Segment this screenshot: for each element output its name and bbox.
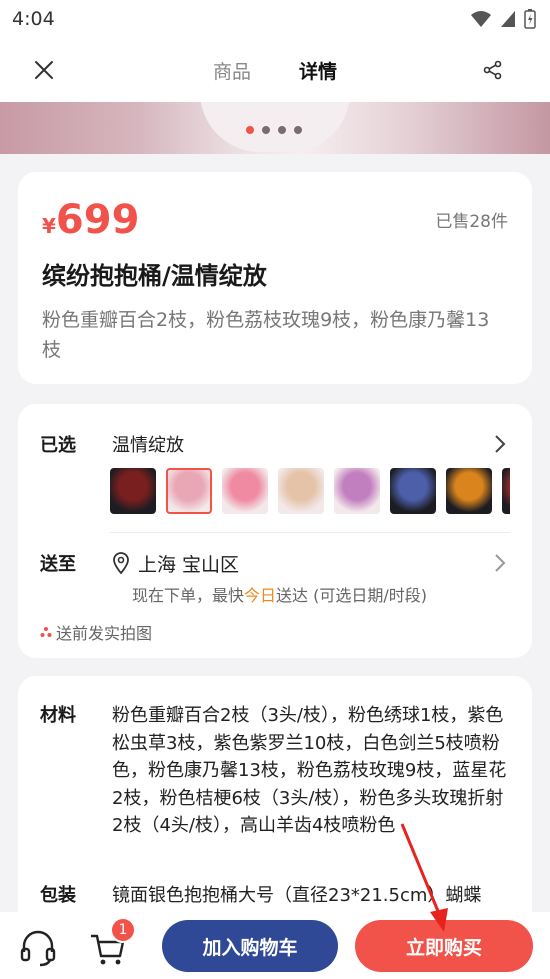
chevron-right-icon	[495, 554, 506, 572]
close-icon	[35, 61, 53, 79]
carousel-dot	[278, 126, 286, 134]
selected-variant: 温情绽放	[112, 435, 184, 456]
variant-thumbnail[interactable]	[166, 468, 212, 514]
delivery-note: 现在下单，最快今日送达 (可选日期/时段)	[132, 582, 427, 606]
carousel-dots	[246, 126, 302, 134]
share-icon	[483, 60, 502, 80]
material-label: 材料	[40, 705, 76, 726]
material-row: 材料 粉色重瓣百合2枝（3头/枝），粉色绣球1枝，紫色松虫草3枝，紫色紫罗兰10…	[40, 702, 514, 840]
cart-badge: 1	[110, 917, 136, 943]
top-nav-bar: 商品 详情	[0, 38, 550, 102]
shipping-address: 上海 宝山区	[138, 553, 240, 576]
shipping-row[interactable]: 送至 上海 宝山区	[40, 548, 510, 578]
carousel-dot	[246, 126, 254, 134]
headset-icon	[20, 930, 56, 967]
carousel-dot	[262, 126, 270, 134]
product-subtitle: 粉色重瓣百合2枝，粉色荔枝玫瑰9枝，粉色康乃馨13枝	[42, 309, 490, 361]
product-image-carousel[interactable]	[0, 102, 550, 154]
price: ¥699	[42, 196, 139, 244]
delivery-today: 今日	[244, 586, 277, 605]
package-label: 包装	[40, 885, 76, 906]
price-value: 699	[55, 197, 140, 243]
shipping-label: 送至	[40, 554, 76, 575]
divider	[110, 532, 510, 533]
carousel-dot	[294, 126, 302, 134]
sold-count: 已售28件	[435, 212, 508, 232]
material-text: 粉色重瓣百合2枝（3头/枝），粉色绣球1枝，紫色松虫草3枝，紫色紫罗兰10枝，白…	[112, 705, 507, 836]
status-time: 4:04	[12, 8, 55, 30]
variant-thumbnail[interactable]	[390, 468, 436, 514]
location-pin-icon	[113, 552, 129, 574]
tab-details[interactable]: 详情	[299, 57, 337, 84]
close-button[interactable]	[28, 54, 60, 86]
selected-variant-row[interactable]: 已选 温情绽放	[40, 430, 510, 458]
status-bar: 4:04	[0, 0, 550, 38]
price-card: ¥699 已售28件 缤纷抱抱桶/温情绽放 粉色重瓣百合2枝，粉色荔枝玫瑰9枝，…	[18, 172, 532, 384]
share-button[interactable]	[478, 55, 508, 85]
photo-note: 送前发实拍图	[40, 620, 152, 644]
selected-label: 已选	[40, 435, 76, 456]
photo-note-text: 送前发实拍图	[56, 624, 153, 643]
tab-product[interactable]: 商品	[213, 57, 251, 84]
delivery-note-prefix: 现在下单，最快	[132, 586, 245, 605]
variant-thumbnail[interactable]	[334, 468, 380, 514]
chevron-right-icon	[495, 435, 506, 453]
customer-service-button[interactable]	[18, 928, 58, 968]
variant-thumbnail[interactable]	[502, 468, 510, 514]
wifi-icon	[471, 11, 491, 27]
system-icons	[470, 9, 536, 29]
signal-icon	[501, 11, 515, 27]
package-row: 包装 镜面银色抱抱桶大号（直径23*21.5cm）蝴蝶	[40, 882, 514, 910]
variant-thumbnails	[110, 468, 510, 516]
battery-icon	[524, 9, 536, 29]
delivery-note-suffix: 送达 (可选日期/时段)	[276, 586, 427, 605]
dots-icon	[40, 627, 52, 637]
price-symbol: ¥	[42, 214, 56, 238]
options-card: 已选 温情绽放 送至 上海 宝山区 现在下单，最快今日送达 (可选日期/时段) …	[18, 404, 532, 658]
buy-now-button[interactable]: 立即购买	[355, 920, 533, 972]
product-title: 缤纷抱抱桶/温情绽放	[42, 262, 267, 290]
variant-thumbnail[interactable]	[446, 468, 492, 514]
add-to-cart-button[interactable]: 加入购物车	[162, 920, 338, 972]
nav-tabs: 商品 详情	[0, 38, 550, 102]
bottom-action-bar: 加入购物车 立即购买	[0, 912, 550, 979]
package-text: 镜面银色抱抱桶大号（直径23*21.5cm）蝴蝶	[112, 885, 482, 906]
variant-thumbnail[interactable]	[110, 468, 156, 514]
variant-thumbnail[interactable]	[278, 468, 324, 514]
variant-thumbnail[interactable]	[222, 468, 268, 514]
